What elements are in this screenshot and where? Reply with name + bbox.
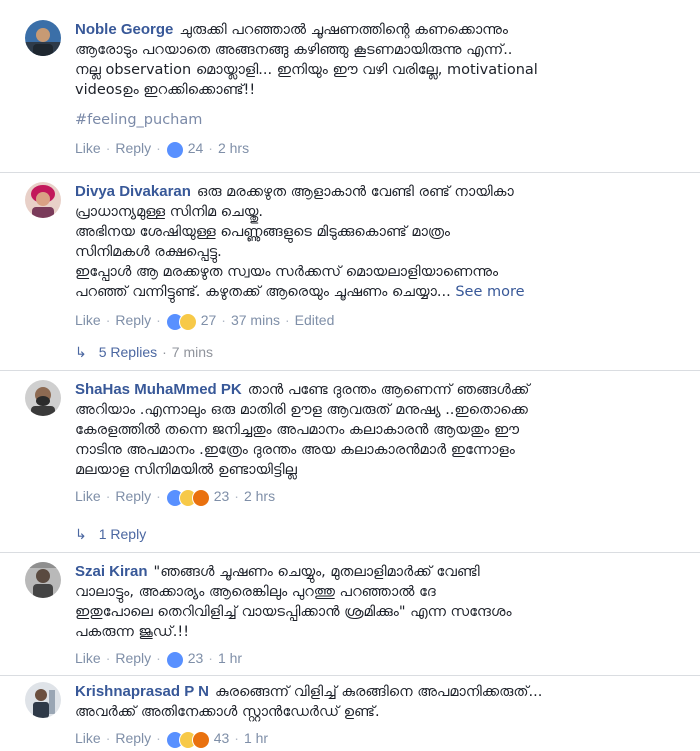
comment-text: നല്ല observation മൊയ്ലാളി... ഇനിയും ഈ വഴ… <box>75 62 538 78</box>
divider <box>0 370 700 371</box>
comment-text: കേരളത്തിൽ തന്നെ ജനിച്ചതും അപമാനം കലാകാരൻ… <box>75 422 520 438</box>
comment-time[interactable]: 2 hrs <box>218 140 249 156</box>
comment-text: പകരുന്ന ജൂഡ്.!! <box>75 624 190 640</box>
replies-count[interactable]: 5 Replies <box>99 344 157 360</box>
reply-button[interactable]: Reply <box>115 312 151 328</box>
view-replies-link[interactable]: ↳ 1 Reply <box>75 526 146 543</box>
see-more-link[interactable]: See more <box>455 284 524 300</box>
comment-author[interactable]: Szai Kiran <box>75 563 148 580</box>
like-reaction-icon <box>165 651 184 669</box>
comment-text: അഭിനയ ശേഷിയുള്ള പെണ്ണുങ്ങളുടെ മിടുക്കുകൊ… <box>75 224 451 240</box>
reply-button[interactable]: Reply <box>115 488 151 504</box>
comment-actions: Like · Reply · 43 · 1 hr <box>75 728 675 751</box>
reactions[interactable] <box>165 489 210 509</box>
like-button[interactable]: Like <box>75 730 101 746</box>
hashtag-link[interactable]: #feeling_pucham <box>75 110 675 130</box>
comment-text: താൻ പണ്ടേ ദുരന്തം ആണെന്ന് ഞങ്ങൾക്ക് <box>247 382 530 398</box>
reactions[interactable] <box>165 731 210 751</box>
reaction-count[interactable]: 23 <box>188 650 204 666</box>
comment-text: ചുരുക്കി പറഞ്ഞാൽ ചൂഷണത്തിന്റെ കണക്കൊന്നു… <box>179 22 508 38</box>
like-button[interactable]: Like <box>75 650 101 666</box>
reply-button[interactable]: Reply <box>115 730 151 746</box>
comment-text: ഇതുപോലെ തെറിവിളിച്ച് വായടപ്പിക്കാൻ ശ്രമി… <box>75 604 512 620</box>
reactions[interactable] <box>165 313 197 333</box>
like-button[interactable]: Like <box>75 488 101 504</box>
comment-author[interactable]: Krishnaprasad P N <box>75 683 209 700</box>
reactions[interactable] <box>165 651 184 671</box>
avatar[interactable] <box>25 380 61 416</box>
comment-time[interactable]: 1 hr <box>218 650 242 666</box>
angry-reaction-icon <box>191 489 210 507</box>
comment-text: ആരോടും പറയാതെ അങ്ങനങ്ങു കഴിഞ്ഞു കൂടണമായി… <box>75 42 513 58</box>
comment-text: videosഉം ഇറക്കിക്കൊണ്ട്!! <box>75 82 256 98</box>
comment-author[interactable]: ShaHas MuhaMmed PK <box>75 381 242 398</box>
comment-text: പറഞ്ഞ് വന്നിട്ടുണ്ട്. കഴുതക്ക് ആരെയും ചൂ… <box>75 284 451 300</box>
divider <box>0 172 700 173</box>
comment-actions: Like · Reply · 23 · 2 hrs <box>75 486 675 509</box>
divider <box>0 675 700 676</box>
comment-text: അവർക്ക് അതിനേക്കാൾ സ്റ്റാൻഡേർഡ് ഉണ്ട്. <box>75 704 380 720</box>
comment-text: "ഞങ്ങൾ ചൂഷണം ചെയ്യും, മുതലാളിമാർക്ക് വേണ… <box>153 564 480 580</box>
comment-actions: Like · Reply · 24 · 2 hrs <box>75 138 675 161</box>
reaction-count[interactable]: 27 <box>201 312 217 328</box>
comment-text: നാടിനു അപമാനം .ഇത്രേം ദുരന്തം അയ കലാകാരൻ… <box>75 442 515 458</box>
comment-text: മലയാള സിനിമയിൽ ഉണ്ടായിട്ടില്ല <box>75 462 297 478</box>
comment-text: കുരങ്ങെന്ന് വിളിച്ച് കുരങ്ങിനെ അപമാനിക്ക… <box>214 684 543 700</box>
comment-time[interactable]: 37 mins <box>231 312 280 328</box>
reaction-count[interactable]: 24 <box>188 140 204 156</box>
comment-text: അറിയാം .എന്നാലും ഒരു മാതിരി ഊള ആവരുത് മന… <box>75 402 528 418</box>
reaction-count[interactable]: 23 <box>214 488 230 504</box>
avatar[interactable] <box>25 682 61 718</box>
avatar[interactable] <box>25 562 61 598</box>
comment-actions: Like · Reply · 23 · 1 hr <box>75 648 675 671</box>
reply-button[interactable]: Reply <box>115 650 151 666</box>
comment-time[interactable]: 1 hr <box>244 730 268 746</box>
comment-text: സിനിമകൾ രക്ഷപ്പെട്ടു. <box>75 244 222 260</box>
reply-arrow-icon: ↳ <box>75 526 87 542</box>
comment-author[interactable]: Divya Divakaran <box>75 183 191 200</box>
comment-time[interactable]: 2 hrs <box>244 488 275 504</box>
comment-text: ഇപ്പോൾ ആ മരക്കഴുത സ്വയം സർക്കസ് മൊയലാളിയ… <box>75 264 499 280</box>
replies-time: 7 mins <box>171 344 214 360</box>
avatar[interactable] <box>25 182 61 218</box>
comment-author[interactable]: Noble George <box>75 21 173 38</box>
comment-thread: Noble George ചുരുക്കി പറഞ്ഞാൽ ചൂഷണത്തിന്റ… <box>0 0 700 749</box>
edited-label[interactable]: Edited <box>295 312 335 328</box>
comment-actions: Like · Reply · 27 · 37 mins · Edited <box>75 310 675 333</box>
divider <box>0 552 700 553</box>
reactions[interactable] <box>165 141 184 161</box>
like-button[interactable]: Like <box>75 140 101 156</box>
reply-button[interactable]: Reply <box>115 140 151 156</box>
like-reaction-icon <box>165 141 184 159</box>
like-button[interactable]: Like <box>75 312 101 328</box>
comment-text: ഒരു മരക്കഴുത ആളാകാൻ വേണ്ടി രണ്ട് നായികാ <box>196 184 514 200</box>
comment-text: പ്രാധാന്യമുള്ള സിനിമ ചെയ്തു. <box>75 204 264 220</box>
comment-text: വാലാട്ടും, അക്കാര്യം ആരെങ്കിലും പുറത്തു … <box>75 584 436 600</box>
reaction-count[interactable]: 43 <box>214 730 230 746</box>
angry-reaction-icon <box>191 731 210 749</box>
view-replies-link[interactable]: ↳ 5 Replies · 7 mins <box>75 344 213 361</box>
reply-arrow-icon: ↳ <box>75 344 87 360</box>
replies-count[interactable]: 1 Reply <box>99 526 146 542</box>
haha-reaction-icon <box>178 313 197 331</box>
avatar[interactable] <box>25 20 61 56</box>
